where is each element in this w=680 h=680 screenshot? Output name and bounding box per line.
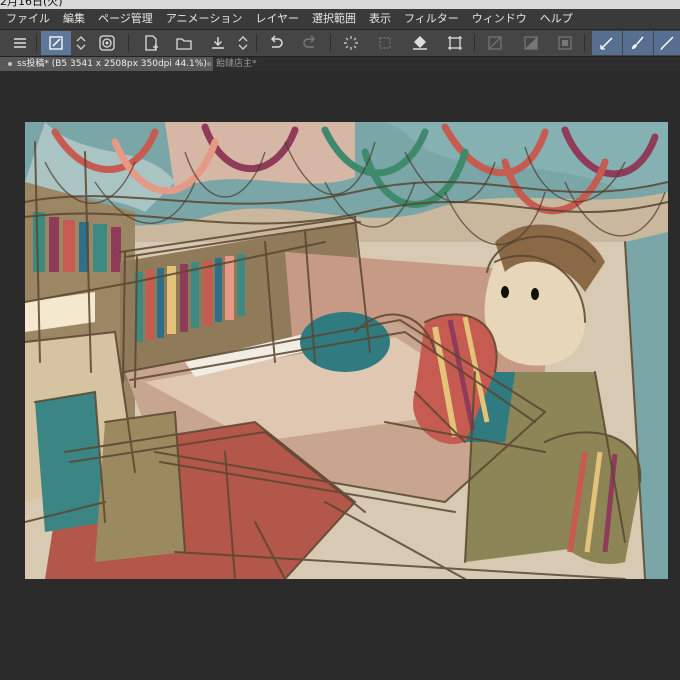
tab-candy-shop-owner[interactable]: 飴鏈店主*	[199, 57, 263, 71]
draw-icon	[600, 37, 613, 50]
loading-icon	[344, 36, 358, 50]
save-stepper[interactable]	[234, 31, 252, 55]
crop-button[interactable]	[443, 31, 467, 55]
pen-icon	[49, 36, 63, 50]
system-date: 2月16日(火)	[0, 0, 63, 8]
sketch-artwork	[25, 122, 668, 579]
tab-label: 飴鏈店主*	[216, 59, 257, 69]
pen-icon	[660, 36, 674, 50]
redo-icon	[303, 35, 316, 48]
deselect-button[interactable]	[483, 31, 507, 55]
tab-modified-dot	[8, 61, 12, 66]
invert-selection-button[interactable]	[553, 31, 577, 55]
open-button[interactable]	[172, 31, 196, 55]
menu-layer[interactable]: レイヤー	[249, 9, 306, 29]
busy-indicator	[339, 31, 363, 55]
menu-animation[interactable]: アニメーション	[160, 9, 250, 29]
transform-button[interactable]	[373, 31, 397, 55]
undo-button[interactable]	[264, 31, 288, 55]
menu-edit[interactable]: 編集	[57, 9, 92, 29]
new-page-icon	[145, 35, 158, 51]
fill-button[interactable]	[408, 31, 432, 55]
menu-button[interactable]	[8, 31, 32, 55]
stepper-icon	[76, 36, 86, 50]
drawing-canvas[interactable]	[25, 122, 668, 579]
menu-file[interactable]: ファイル	[0, 9, 57, 29]
command-toolbar	[0, 30, 680, 57]
save-button[interactable]	[206, 31, 230, 55]
new-page-button[interactable]	[139, 31, 163, 55]
save-icon	[212, 37, 224, 49]
menu-icon	[14, 38, 26, 48]
menu-selection[interactable]: 選択範囲	[306, 9, 363, 29]
fill-icon	[413, 36, 427, 50]
menu-filter[interactable]: フィルター	[398, 9, 466, 29]
document-tab-bar: ss投稿* (B5 3541 x 2508px 350dpi 44.1%) 飴鏈…	[0, 57, 680, 71]
pen-tool-button[interactable]	[654, 31, 680, 55]
system-date-bar: 2月16日(火)	[0, 0, 680, 9]
mode-stepper[interactable]	[72, 31, 90, 55]
menu-bar: ファイル 編集 ページ管理 アニメーション レイヤー 選択範囲 表示 フィルター…	[0, 9, 680, 30]
select-all-icon	[524, 36, 538, 50]
undo-icon	[270, 35, 283, 48]
spiral-icon	[99, 35, 115, 51]
stepper-icon	[238, 36, 248, 50]
redo-button[interactable]	[298, 31, 322, 55]
open-folder-icon	[176, 38, 192, 50]
transform-icon	[379, 37, 391, 49]
crop-icon	[448, 36, 462, 50]
brush-tool-button[interactable]	[623, 31, 653, 55]
menu-help[interactable]: ヘルプ	[534, 9, 580, 29]
deselect-icon	[488, 36, 502, 50]
menu-view[interactable]: 表示	[363, 9, 398, 29]
invert-icon	[558, 36, 572, 50]
select-all-button[interactable]	[519, 31, 543, 55]
tab-modified-dot	[207, 61, 211, 66]
menu-page[interactable]: ページ管理	[92, 9, 160, 29]
menu-window[interactable]: ウィンドウ	[466, 9, 534, 29]
tab-label: ss投稿* (B5 3541 x 2508px 350dpi 44.1%)	[17, 59, 207, 69]
draw-tool-button[interactable]	[592, 31, 622, 55]
brush-icon	[632, 36, 644, 49]
edit-mode-button[interactable]	[41, 31, 71, 55]
tab-ss-post[interactable]: ss投稿* (B5 3541 x 2508px 350dpi 44.1%)	[0, 57, 213, 71]
spiral-button[interactable]	[95, 31, 119, 55]
